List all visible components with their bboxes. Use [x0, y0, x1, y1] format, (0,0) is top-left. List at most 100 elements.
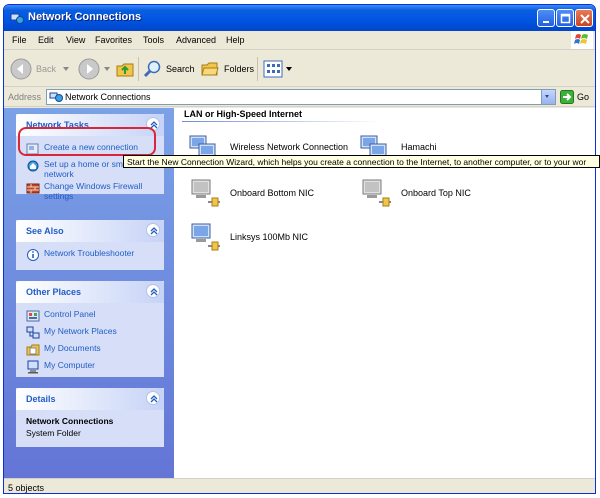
- chevron-down-icon: [545, 95, 549, 98]
- back-label: Back: [36, 64, 57, 74]
- my-documents-label: My Documents: [44, 343, 101, 353]
- address-field[interactable]: Network Connections: [46, 89, 556, 105]
- change-firewall-settings-link[interactable]: Change Windows Firewall settings: [26, 181, 156, 201]
- control-panel-icon: [26, 310, 40, 322]
- back-button[interactable]: Back: [10, 57, 70, 81]
- details-name: Network Connections: [26, 416, 114, 426]
- status-bar: 5 objects: [4, 478, 595, 493]
- folders-icon: [201, 62, 219, 76]
- network-connections-icon: [10, 13, 24, 24]
- up-folder-icon: [116, 63, 134, 77]
- window-title: Network Connections: [28, 11, 142, 23]
- my-documents-link[interactable]: My Documents: [26, 343, 156, 358]
- chevron-up-icon: [150, 395, 158, 403]
- connection-label: Linksys 100Mb NIC: [230, 232, 309, 242]
- forward-button[interactable]: [78, 57, 111, 81]
- views-icon: [263, 60, 283, 78]
- collapse-button[interactable]: [146, 284, 160, 298]
- menu-edit[interactable]: Edit: [38, 35, 54, 45]
- folders-label: Folders: [224, 64, 255, 74]
- address-value: Network Connections: [65, 92, 151, 102]
- network-troubleshooter-link[interactable]: Network Troubleshooter: [26, 248, 156, 263]
- address-bar: Address Network Connections Go: [4, 87, 595, 107]
- close-icon: [580, 14, 590, 24]
- address-label: Address: [8, 92, 42, 102]
- connection-label: Wireless Network Connection: [230, 142, 349, 152]
- address-dropdown-button[interactable]: [541, 90, 555, 104]
- my-documents-icon: [26, 344, 40, 356]
- other-places-title: Other Places: [26, 287, 82, 297]
- details-panel: Details Network Connections System Folde…: [16, 388, 164, 447]
- see-also-panel: See Also Network Troubleshooter: [16, 220, 164, 270]
- help-info-icon: [27, 249, 39, 261]
- my-network-places-link[interactable]: My Network Places: [26, 326, 156, 341]
- tooltip: Start the New Connection Wizard, which h…: [123, 155, 600, 168]
- connection-label: Onboard Top NIC: [401, 188, 471, 198]
- views-dropdown-icon: [286, 67, 292, 71]
- chevron-up-icon: [150, 227, 158, 235]
- folders-button[interactable]: Folders: [200, 57, 254, 81]
- search-label: Search: [166, 64, 195, 74]
- minimize-button[interactable]: [537, 9, 555, 27]
- details-header[interactable]: Details: [16, 388, 164, 410]
- menu-favorites[interactable]: Favorites: [95, 35, 132, 45]
- menu-advanced[interactable]: Advanced: [176, 35, 216, 45]
- title-bar[interactable]: Network Connections: [4, 5, 595, 31]
- network-connection-icon: [191, 223, 220, 251]
- my-computer-label: My Computer: [44, 360, 96, 370]
- explorer-window: Network Connections File Edit View Favor…: [3, 4, 596, 494]
- menu-help[interactable]: Help: [226, 35, 245, 45]
- my-computer-icon: [27, 360, 39, 374]
- menu-view[interactable]: View: [66, 35, 85, 45]
- maximize-icon: [560, 13, 571, 24]
- chevron-up-icon: [150, 288, 158, 296]
- search-button[interactable]: Search: [142, 57, 195, 81]
- views-button[interactable]: [263, 57, 293, 81]
- details-type: System Folder: [26, 428, 81, 438]
- collapse-button[interactable]: [146, 223, 160, 237]
- close-button[interactable]: [575, 9, 593, 27]
- network-places-icon: [26, 326, 40, 339]
- connection-item[interactable]: Onboard Bottom NIC: [188, 176, 314, 210]
- back-arrow-icon: [10, 58, 32, 80]
- collapse-button[interactable]: [146, 391, 160, 405]
- other-places-header[interactable]: Other Places: [16, 281, 164, 303]
- home-network-icon: [27, 160, 39, 172]
- control-panel-link[interactable]: Control Panel: [26, 309, 156, 324]
- details-title: Details: [26, 394, 56, 404]
- network-troubleshooter-label: Network Troubleshooter: [44, 248, 135, 258]
- connection-item[interactable]: Onboard Top NIC: [359, 176, 471, 210]
- go-button[interactable]: Go: [560, 90, 589, 104]
- connection-item[interactable]: Linksys 100Mb NIC: [188, 220, 308, 254]
- disconnected-network-icon: [362, 179, 391, 207]
- see-also-title: See Also: [26, 226, 64, 236]
- forward-arrow-icon: [78, 58, 100, 80]
- menu-tools[interactable]: Tools: [143, 35, 164, 45]
- network-connections-icon: [49, 92, 63, 102]
- forward-dropdown-icon[interactable]: [103, 65, 111, 73]
- highlight-annotation: [18, 127, 156, 156]
- status-text: 5 objects: [8, 483, 45, 493]
- minimize-icon: [543, 21, 549, 23]
- firewall-icon: [26, 183, 40, 194]
- my-computer-link[interactable]: My Computer: [26, 360, 156, 375]
- see-also-header[interactable]: See Also: [16, 220, 164, 242]
- disconnected-network-icon: [191, 179, 220, 207]
- group-header: LAN or High-Speed Internet: [184, 109, 303, 119]
- go-label: Go: [577, 92, 590, 102]
- toolbar: Back Search Folders: [4, 51, 595, 87]
- menu-bar: File Edit View Favorites Tools Advanced …: [4, 31, 595, 50]
- up-folder-button[interactable]: [114, 57, 136, 81]
- control-panel-label: Control Panel: [44, 309, 96, 319]
- search-icon: [143, 60, 161, 78]
- connection-label: Onboard Bottom NIC: [230, 188, 315, 198]
- maximize-button[interactable]: [556, 9, 574, 27]
- back-dropdown-icon[interactable]: [62, 65, 70, 73]
- group-divider: [182, 121, 382, 122]
- connection-label: Hamachi: [401, 142, 437, 152]
- other-places-panel: Other Places Control Panel My Network Pl…: [16, 281, 164, 377]
- menu-file[interactable]: File: [12, 35, 27, 45]
- change-firewall-settings-label: Change Windows Firewall settings: [44, 181, 143, 201]
- my-network-places-label: My Network Places: [44, 326, 117, 336]
- go-arrow-icon: [560, 90, 574, 104]
